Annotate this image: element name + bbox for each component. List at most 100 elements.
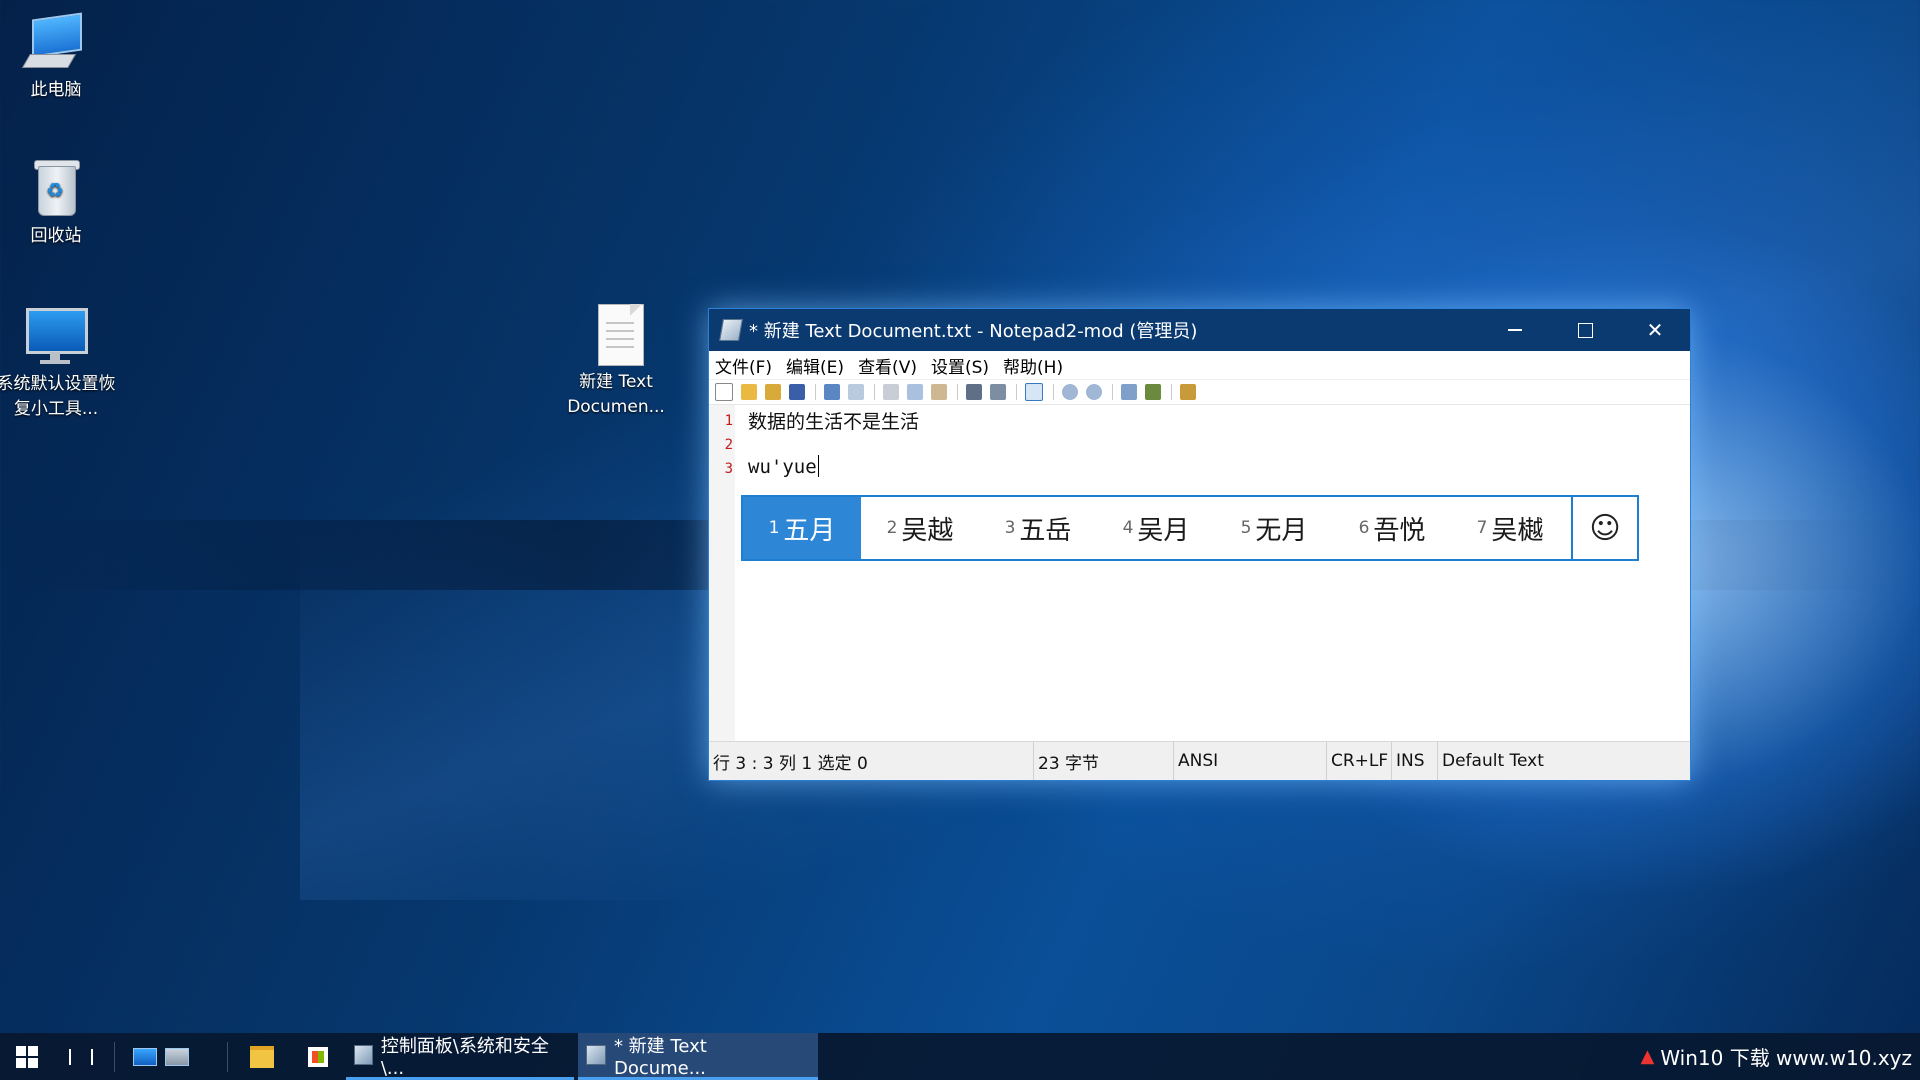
desktop-icon-this-pc[interactable]: 此电脑: [0, 10, 116, 103]
copy-icon[interactable]: [907, 384, 923, 400]
replace-icon[interactable]: [990, 384, 1006, 400]
status-position: 行 3 : 3 列 1 选定 0: [709, 742, 1034, 780]
desktop-icon-recycle-bin[interactable]: ♻ 回收站: [0, 156, 116, 249]
text-editor[interactable]: 1 2 3 数据的生活不是生活 wu'yue 1 五月 2 吴越 3 五岳 4 吴月 5…: [709, 405, 1690, 742]
paste-icon[interactable]: [931, 384, 947, 400]
notepad-app-icon: [586, 1045, 606, 1065]
monitor-icon: [24, 304, 88, 368]
ime-candidate-7[interactable]: 7 吴樾: [1451, 497, 1569, 559]
quick-launch: [121, 1033, 221, 1080]
exit-icon[interactable]: [1180, 384, 1196, 400]
status-bytes: 23 字节: [1034, 742, 1174, 780]
editor-line: 数据的生活不是生活: [748, 411, 920, 433]
menu-bar: 文件(F) 编辑(E) 查看(V) 设置(S) 帮助(H): [709, 351, 1690, 380]
maximize-icon: [1577, 322, 1593, 338]
watermark: ▲ Win10 下载 www.w10.xyz: [1640, 1033, 1920, 1080]
ime-candidate-6[interactable]: 6 吾悦: [1333, 497, 1451, 559]
show-desktop-icon[interactable]: [133, 1047, 157, 1066]
menu-file[interactable]: 文件(F): [715, 353, 772, 378]
desktop-icon-label: 系统默认设置恢复小工具...: [0, 374, 116, 419]
title-bar[interactable]: * 新建 Text Document.txt - Notepad2-mod (管…: [709, 309, 1690, 351]
status-bar: 行 3 : 3 列 1 选定 0 23 字节 ANSI CR+LF INS De…: [709, 741, 1690, 780]
editor-line-current: wu'yue: [748, 455, 820, 478]
text-document-icon: [584, 302, 648, 366]
line-number: 2: [724, 437, 733, 453]
ime-candidate-2[interactable]: 2 吴越: [861, 497, 979, 559]
menu-help[interactable]: 帮助(H): [1003, 353, 1063, 378]
computer-icon: [21, 10, 88, 74]
taskbar-button-label: 控制面板\系统和安全\...: [380, 1035, 549, 1079]
store-icon: [308, 1046, 328, 1067]
desktop-icon-label: 新建 Text Documen...: [567, 372, 665, 417]
text-caret: [817, 455, 820, 477]
toolbar-separator: [1171, 384, 1172, 400]
line-number: 1: [724, 413, 733, 429]
ime-candidate-3[interactable]: 3 五岳: [979, 497, 1097, 559]
watermark-text: Win10 下载 www.w10.xyz: [1660, 1046, 1912, 1070]
toolbar-separator: [957, 384, 958, 400]
store-button[interactable]: [290, 1033, 346, 1080]
desktop-icon-restore-tool[interactable]: 系统默认设置恢复小工具...: [0, 304, 116, 422]
taskbar-button-control-panel[interactable]: 控制面板\系统和安全\...: [346, 1033, 574, 1080]
toolbar-separator: [874, 384, 875, 400]
taskbar-button-notepad[interactable]: * 新建 Text Docume...: [578, 1033, 818, 1080]
toolbar-separator: [1112, 384, 1113, 400]
task-view-button[interactable]: [54, 1033, 108, 1080]
status-ins[interactable]: INS: [1392, 742, 1438, 780]
quick-launch-app-icon[interactable]: [165, 1047, 189, 1066]
desktop-icon-label: 此电脑: [30, 80, 82, 100]
toolbar-separator: [1016, 384, 1017, 400]
new-file-icon[interactable]: [715, 383, 733, 401]
redo-icon[interactable]: [848, 384, 864, 400]
status-encoding[interactable]: ANSI: [1174, 742, 1327, 780]
toolbar-separator: [815, 384, 816, 400]
smiley-icon: ☺: [1589, 510, 1621, 546]
zoom-out-icon[interactable]: [1086, 384, 1102, 400]
find-icon[interactable]: [966, 384, 982, 400]
menu-view[interactable]: 查看(V): [858, 353, 917, 378]
notepad-window: * 新建 Text Document.txt - Notepad2-mod (管…: [709, 309, 1690, 780]
ime-candidate-1[interactable]: 1 五月: [743, 497, 861, 559]
control-panel-icon: [354, 1045, 373, 1065]
zoom-in-icon[interactable]: [1062, 384, 1078, 400]
task-view-icon: [69, 1048, 93, 1065]
folder-icon: [250, 1045, 274, 1068]
watermark-logo-icon: ▲: [1640, 1046, 1655, 1067]
menu-settings[interactable]: 设置(S): [931, 353, 989, 378]
taskbar: 控制面板\系统和安全\... * 新建 Text Docume... ▲ Win…: [0, 1033, 1920, 1080]
window-title: * 新建 Text Document.txt - Notepad2-mod (管…: [749, 321, 1198, 342]
minimize-icon: [1508, 329, 1522, 331]
taskbar-separator: [114, 1041, 115, 1072]
file-explorer-button[interactable]: [234, 1033, 290, 1080]
status-eol[interactable]: CR+LF: [1327, 742, 1392, 780]
save-icon[interactable]: [789, 384, 805, 400]
maximize-button[interactable]: [1550, 309, 1620, 351]
start-button[interactable]: [0, 1033, 54, 1080]
taskbar-button-label: * 新建 Text Docume...: [613, 1035, 707, 1079]
status-scheme[interactable]: Default Text: [1438, 742, 1544, 780]
notepad-app-icon: [719, 319, 743, 341]
undo-icon[interactable]: [824, 384, 840, 400]
customize-icon[interactable]: [1145, 384, 1161, 400]
close-icon: ✕: [1646, 318, 1664, 342]
close-button[interactable]: ✕: [1620, 309, 1690, 351]
ime-candidate-window: 1 五月 2 吴越 3 五岳 4 吴月 5 无月 6 吾悦 7 吴樾 ☺: [741, 495, 1639, 561]
line-number: 3: [724, 461, 733, 477]
word-wrap-icon[interactable]: [1025, 383, 1043, 401]
taskbar-separator: [227, 1041, 228, 1072]
scheme-icon[interactable]: [1121, 384, 1137, 400]
desktop-icon-text-document[interactable]: 新建 Text Documen...: [556, 302, 676, 420]
toolbar-separator: [1053, 384, 1054, 400]
cut-icon[interactable]: [883, 384, 899, 400]
ime-emoji-button[interactable]: ☺: [1571, 497, 1637, 559]
menu-edit[interactable]: 编辑(E): [786, 353, 844, 378]
desktop-icon-label: 回收站: [30, 226, 82, 246]
ime-candidate-4[interactable]: 4 吴月: [1097, 497, 1215, 559]
windows-logo-icon: [16, 1045, 38, 1068]
open-file-icon[interactable]: [741, 384, 757, 400]
minimize-button[interactable]: [1480, 309, 1550, 351]
composition-text: wu'yue: [748, 456, 817, 478]
browse-icon[interactable]: [765, 384, 781, 400]
ime-candidate-5[interactable]: 5 无月: [1215, 497, 1333, 559]
line-number-gutter: [709, 405, 735, 742]
